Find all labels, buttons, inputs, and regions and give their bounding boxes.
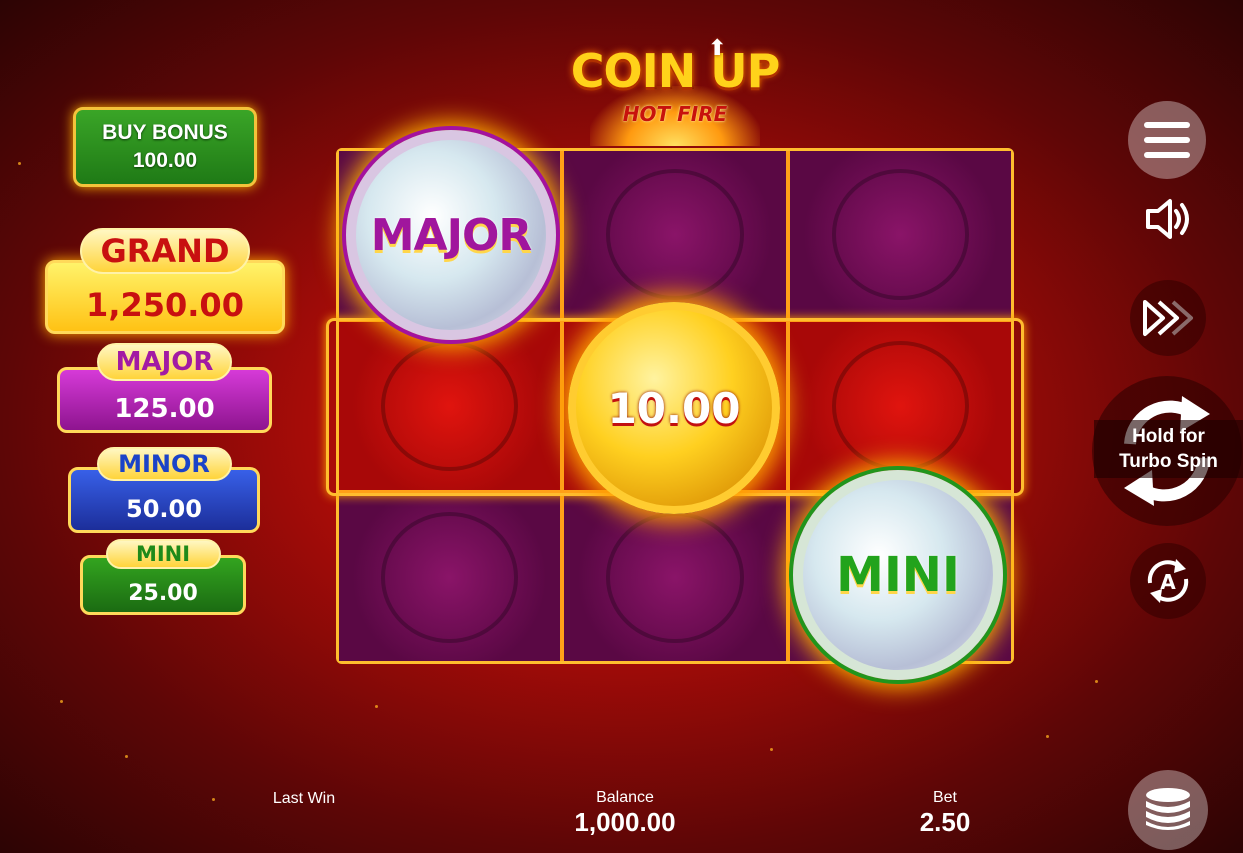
logo-subtitle: HOT FIRE (622, 102, 728, 126)
reel-cell (789, 151, 1011, 319)
reel-cell-emblem (606, 512, 744, 643)
ember-particle (770, 748, 773, 751)
last-win-label: Last Win (272, 790, 336, 807)
reel-cell-emblem (381, 340, 519, 472)
fast-forward-icon (1143, 300, 1193, 336)
ember-particle (125, 755, 128, 758)
jackpot-grand-label: GRAND (80, 228, 250, 274)
jackpot-major: MAJOR 125.00 (57, 343, 272, 433)
jackpot-minor-label: MINOR (96, 447, 232, 481)
turbo-spin-hint-line1: Hold for (1132, 426, 1205, 447)
bet-settings-button[interactable] (1128, 770, 1208, 850)
coin-mini: MINI (793, 470, 1003, 680)
coin-stack-icon (1146, 788, 1190, 830)
bet-label: Bet (932, 789, 957, 806)
balance-label: Balance (596, 789, 654, 806)
reel-cell-emblem (381, 512, 519, 643)
menu-button[interactable] (1128, 101, 1206, 179)
reel-cell (564, 493, 786, 661)
autoplay-icon: A (1147, 559, 1189, 603)
fast-play-button[interactable] (1130, 280, 1206, 356)
autoplay-button[interactable]: A (1130, 543, 1206, 619)
balance-display: Balance 1,000.00 (545, 789, 705, 837)
jackpot-major-label: MAJOR (97, 343, 232, 381)
jackpot-grand: GRAND 1,250.00 (45, 228, 285, 334)
reel-cell-emblem (831, 340, 969, 472)
reel-cell (564, 151, 786, 319)
jackpot-mini-label: MINI (105, 539, 221, 569)
coin-cash: 10.00 (568, 302, 780, 514)
reel-cell-emblem (606, 169, 744, 300)
game-logo: COIN UP ⬆ HOT FIRE (560, 34, 790, 146)
coin-cash-value: 10.00 (607, 383, 741, 433)
coin-mini-label: MINI (836, 547, 960, 603)
logo-title: COIN UP (570, 44, 781, 98)
buy-bonus-label: BUY BONUS (102, 121, 228, 144)
bet-display: Bet 2.50 (885, 789, 1005, 837)
ember-particle (60, 700, 63, 703)
ember-particle (1095, 680, 1098, 683)
reel-cell-emblem (831, 169, 969, 300)
turbo-spin-hint: Hold for Turbo Spin (1094, 420, 1243, 478)
jackpot-mini: MINI 25.00 (80, 539, 246, 615)
ember-particle (18, 162, 21, 165)
reel-cell (789, 322, 1011, 490)
hamburger-menu-icon (1144, 137, 1190, 143)
hamburger-menu-icon (1144, 122, 1190, 128)
turbo-spin-hint-line2: Turbo Spin (1119, 451, 1218, 472)
balance-value: 1,000.00 (574, 807, 676, 837)
speaker-icon (1146, 199, 1189, 239)
buy-bonus-price: 100.00 (132, 149, 198, 172)
bet-value: 2.50 (919, 807, 971, 837)
ember-particle (212, 798, 215, 801)
reel-cell (339, 493, 561, 661)
ember-particle (375, 705, 378, 708)
last-win-display: Last Win (244, 790, 364, 808)
coin-major: MAJOR (346, 130, 556, 340)
buy-bonus-button[interactable]: BUY BONUS 100.00 (73, 107, 257, 187)
logo-up-arrow-icon: ⬆ (708, 36, 727, 61)
coin-major-label: MAJOR (370, 209, 532, 261)
sound-button[interactable] (1140, 195, 1194, 243)
autoplay-letter: A (1160, 570, 1176, 594)
jackpot-minor: MINOR 50.00 (68, 447, 260, 533)
ember-particle (1046, 735, 1049, 738)
hamburger-menu-icon (1144, 152, 1190, 158)
reel-cell (339, 322, 561, 490)
